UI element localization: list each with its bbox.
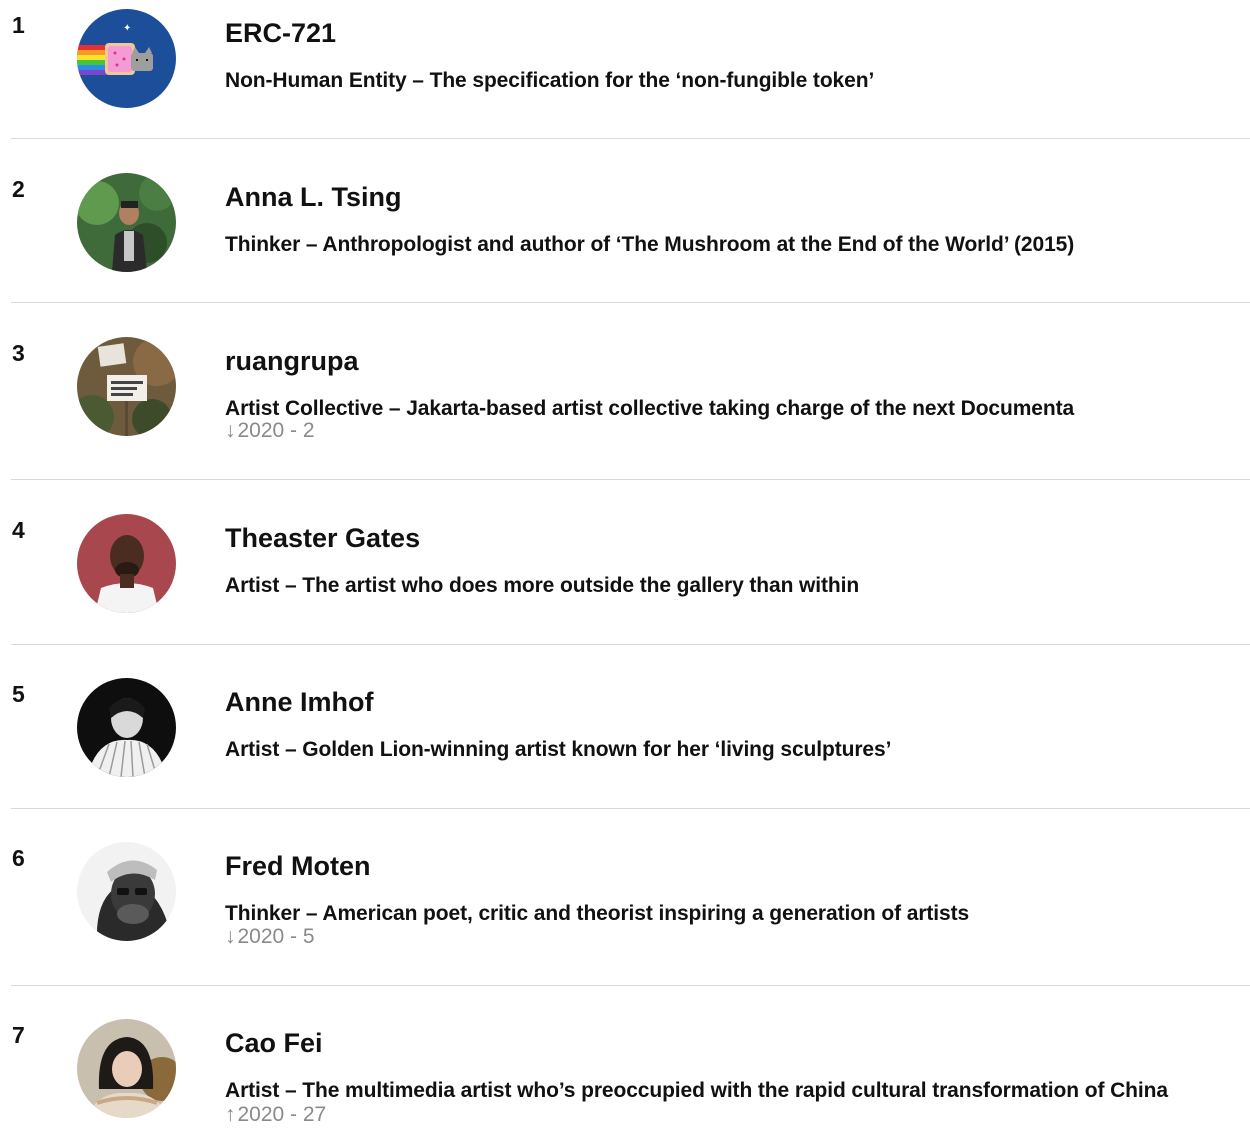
entry-description: Non-Human Entity – The specification for… [225, 69, 875, 92]
rank-number: 7 [12, 1022, 25, 1048]
portrait-avatar[interactable] [77, 1019, 176, 1118]
entry-name[interactable]: Theaster Gates [225, 522, 420, 554]
divider [11, 302, 1250, 303]
rank-number: 6 [12, 845, 25, 871]
down-arrow-icon: ↓ [225, 419, 236, 442]
entry-name[interactable]: ERC-721 [225, 17, 336, 49]
divider [11, 985, 1250, 986]
entry-description: Thinker – American poet, critic and theo… [225, 902, 970, 925]
avatar-image [77, 337, 176, 436]
entry-description: Artist Collective – Jakarta-based artist… [225, 397, 1075, 420]
entry-description: Artist – The artist who does more outsid… [225, 574, 860, 597]
previous-rank-text: 2020 - 5 [237, 925, 315, 948]
previous-rank: ↓2020 - 5 [225, 924, 315, 950]
portrait-avatar[interactable] [77, 514, 176, 613]
divider [11, 479, 1250, 480]
entry-description: Artist – The multimedia artist who’s pre… [225, 1079, 1168, 1102]
entry-name[interactable]: Anna L. Tsing [225, 181, 402, 213]
previous-rank-text: 2020 - 27 [237, 1103, 327, 1126]
rank-number: 2 [12, 176, 25, 202]
down-arrow-icon: ↓ [225, 925, 236, 948]
entry-name[interactable]: Cao Fei [225, 1027, 323, 1059]
previous-rank: ↑2020 - 27 [225, 1102, 326, 1128]
avatar-image [77, 678, 176, 777]
rank-number: 4 [12, 517, 25, 543]
divider [11, 644, 1250, 645]
rank-number: 5 [12, 681, 25, 707]
divider [11, 138, 1250, 139]
avatar-image [77, 842, 176, 941]
svg-text:✦: ✦ [123, 23, 131, 34]
portrait-avatar[interactable] [77, 842, 176, 941]
entry-name[interactable]: ruangrupa [225, 345, 359, 377]
divider [11, 808, 1250, 809]
rank-number: 1 [12, 12, 25, 38]
entry-description: Thinker – Anthropologist and author of ‘… [225, 233, 1075, 256]
previous-rank-text: 2020 - 2 [237, 419, 315, 442]
avatar-image [77, 514, 176, 613]
entry-name[interactable]: Anne Imhof [225, 686, 374, 718]
collective-photo-avatar[interactable] [77, 337, 176, 436]
previous-rank: ↓2020 - 2 [225, 418, 315, 444]
rank-number: 3 [12, 340, 25, 366]
avatar-image [77, 1019, 176, 1118]
portrait-avatar[interactable] [77, 678, 176, 777]
avatar-image [77, 173, 176, 272]
nyan-cat-avatar[interactable]: ✦ [77, 9, 176, 108]
portrait-avatar[interactable] [77, 173, 176, 272]
up-arrow-icon: ↑ [225, 1103, 236, 1126]
entry-description: Artist – Golden Lion-winning artist know… [225, 738, 892, 761]
avatar-image: ✦ [77, 9, 176, 108]
entry-name[interactable]: Fred Moten [225, 850, 371, 882]
